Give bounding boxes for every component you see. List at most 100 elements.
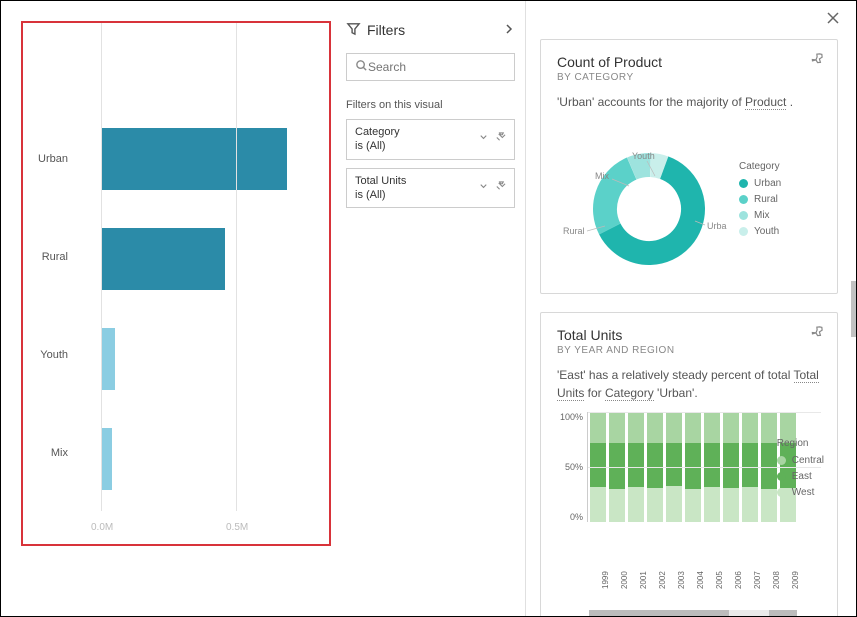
bar-label: Mix bbox=[21, 447, 76, 459]
chart-horizontal-scrollbar[interactable] bbox=[589, 610, 797, 616]
segment-west bbox=[685, 489, 701, 522]
x-tick: 2002 bbox=[658, 573, 667, 589]
filter-icon bbox=[346, 21, 361, 39]
x-tick: 2009 bbox=[791, 573, 800, 589]
pin-icon[interactable] bbox=[811, 325, 825, 342]
clear-filter-icon[interactable] bbox=[495, 132, 506, 146]
segment-west bbox=[590, 487, 606, 522]
filter-card-total-units[interactable]: Total Units is (All) bbox=[346, 168, 515, 209]
segment-east bbox=[628, 443, 644, 487]
x-tick: 2005 bbox=[715, 573, 724, 589]
search-icon bbox=[355, 59, 368, 75]
segment-east bbox=[704, 443, 720, 487]
x-tick: 2003 bbox=[677, 573, 686, 589]
x-tick: 2008 bbox=[772, 573, 781, 589]
legend-item[interactable]: Rural bbox=[739, 194, 781, 205]
stacked-legend: Region Central East West bbox=[777, 438, 824, 503]
legend-item[interactable]: Central bbox=[777, 455, 824, 466]
segment-central bbox=[666, 412, 682, 443]
segment-west bbox=[609, 489, 625, 522]
scrollbar-thumb[interactable] bbox=[769, 610, 797, 616]
filter-field-value: is (All) bbox=[355, 188, 406, 202]
clear-filter-icon[interactable] bbox=[495, 181, 506, 195]
insight-title: Count of Product bbox=[557, 54, 821, 70]
filters-header: Filters bbox=[346, 21, 515, 39]
segment-west bbox=[761, 489, 777, 522]
x-tick: 2006 bbox=[734, 573, 743, 589]
pane-vertical-scrollbar[interactable] bbox=[850, 1, 856, 616]
legend-item[interactable]: West bbox=[777, 487, 824, 498]
segment-east bbox=[742, 443, 758, 487]
segment-west bbox=[628, 487, 644, 522]
segment-central bbox=[590, 412, 606, 443]
insight-card-count-product: Count of Product BY CATEGORY 'Urban' acc… bbox=[540, 39, 838, 294]
y-tick: 50% bbox=[557, 462, 583, 472]
legend-item[interactable]: Mix bbox=[739, 210, 781, 221]
y-tick: 0% bbox=[557, 512, 583, 522]
bar-youth[interactable] bbox=[101, 328, 115, 390]
insights-pane: Count of Product BY CATEGORY 'Urban' acc… bbox=[526, 1, 856, 616]
segment-east bbox=[723, 443, 739, 488]
donut-label-mix: Mix bbox=[595, 171, 609, 181]
bar-label: Youth bbox=[21, 349, 76, 361]
x-tick: 2004 bbox=[696, 573, 705, 589]
filter-field-value: is (All) bbox=[355, 139, 400, 153]
scrollbar-thumb[interactable] bbox=[851, 281, 856, 337]
segment-west bbox=[723, 488, 739, 522]
insight-link-product[interactable]: Product bbox=[745, 95, 786, 110]
segment-central bbox=[609, 412, 625, 443]
legend-item[interactable]: East bbox=[777, 471, 824, 482]
bar-row-urban: Urban bbox=[81, 111, 321, 206]
segment-east bbox=[685, 443, 701, 489]
insight-subtitle: BY YEAR AND REGION bbox=[557, 345, 821, 356]
bar-mix[interactable] bbox=[101, 428, 112, 490]
bar-label: Rural bbox=[21, 251, 76, 263]
segment-east bbox=[590, 443, 606, 487]
main-visual-panel: Urban Rural Youth Mix 0.0M 0.5M bbox=[1, 1, 336, 616]
search-input[interactable] bbox=[368, 60, 506, 74]
pin-icon[interactable] bbox=[811, 52, 825, 69]
bar-urban[interactable] bbox=[101, 128, 287, 190]
donut-legend: Category Urban Rural Mix Youth bbox=[739, 161, 781, 242]
bar-row-rural: Rural bbox=[81, 211, 321, 306]
search-box[interactable] bbox=[346, 53, 515, 81]
chevron-down-icon[interactable] bbox=[478, 181, 489, 195]
bar-chart[interactable]: Urban Rural Youth Mix 0.0M 0.5M bbox=[21, 21, 331, 541]
insight-description: 'East' has a relatively steady percent o… bbox=[557, 366, 821, 402]
filter-section-title: Filters on this visual bbox=[346, 99, 515, 111]
x-axis-tick: 0.0M bbox=[91, 522, 113, 533]
filter-card-category[interactable]: Category is (All) bbox=[346, 119, 515, 160]
segment-central bbox=[628, 412, 644, 443]
legend-item[interactable]: Urban bbox=[739, 178, 781, 189]
bar-row-youth: Youth bbox=[81, 311, 321, 406]
filters-title: Filters bbox=[367, 22, 405, 38]
chevron-right-icon[interactable] bbox=[503, 23, 515, 38]
filter-field-name: Category bbox=[355, 125, 400, 139]
donut-chart[interactable]: Youth Mix Rural Urban bbox=[557, 121, 727, 281]
donut-label-urban: Urban bbox=[707, 221, 727, 231]
segment-central bbox=[685, 412, 701, 443]
segment-central bbox=[742, 412, 758, 443]
insight-title: Total Units bbox=[557, 327, 821, 343]
close-button[interactable] bbox=[826, 11, 840, 28]
bar-row-mix: Mix bbox=[81, 411, 321, 506]
segment-west bbox=[666, 486, 682, 522]
insight-subtitle: BY CATEGORY bbox=[557, 72, 821, 83]
bar-rural[interactable] bbox=[101, 228, 225, 290]
x-tick: 2000 bbox=[620, 573, 629, 589]
donut-label-rural: Rural bbox=[563, 226, 585, 236]
segment-central bbox=[723, 412, 739, 443]
scrollbar-thumb[interactable] bbox=[589, 610, 729, 616]
x-tick: 2007 bbox=[753, 573, 762, 589]
segment-west bbox=[704, 487, 720, 522]
y-tick: 100% bbox=[557, 412, 583, 422]
insight-link-category[interactable]: Category bbox=[605, 386, 654, 401]
x-tick: 2001 bbox=[639, 573, 648, 589]
insight-description: 'Urban' accounts for the majority of Pro… bbox=[557, 93, 821, 111]
filter-field-name: Total Units bbox=[355, 174, 406, 188]
filters-pane: Filters Filters on this visual Category … bbox=[336, 1, 526, 616]
bar-label: Urban bbox=[21, 153, 76, 165]
chevron-down-icon[interactable] bbox=[478, 132, 489, 146]
segment-west bbox=[647, 488, 663, 522]
legend-item[interactable]: Youth bbox=[739, 226, 781, 237]
